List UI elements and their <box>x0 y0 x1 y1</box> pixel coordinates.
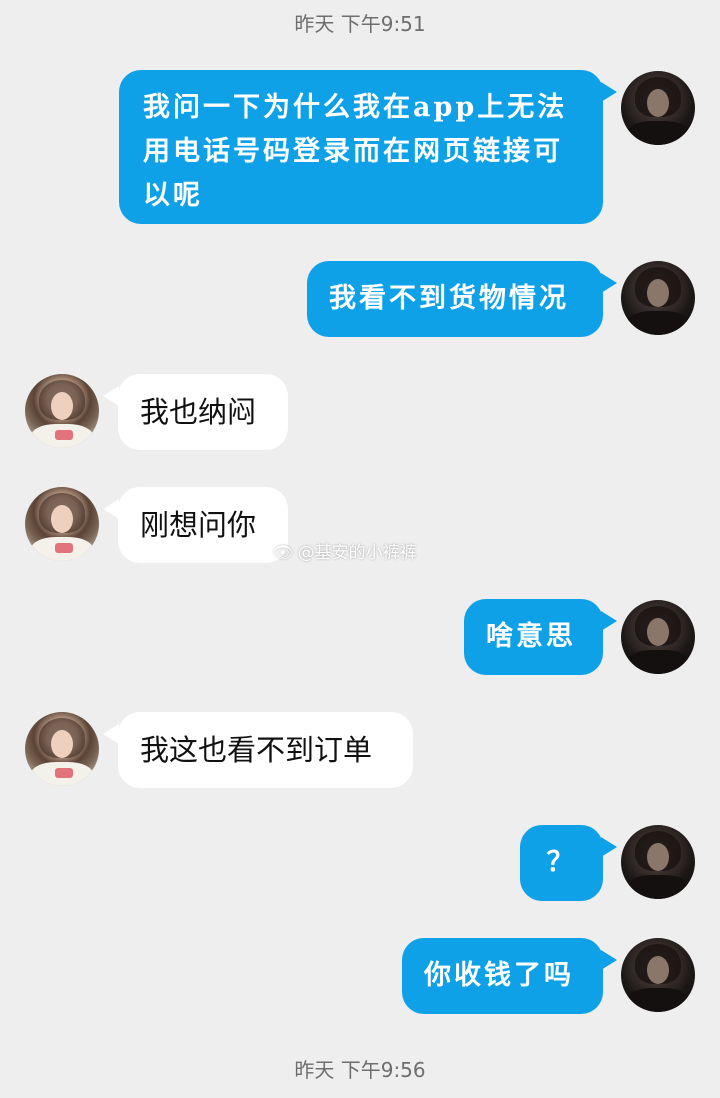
chat-bubble-incoming[interactable]: 我也纳闷 <box>118 374 288 450</box>
avatar-contact[interactable] <box>25 712 99 786</box>
bubble-tail <box>601 611 617 631</box>
chat-bubble-outgoing[interactable]: 啥意思 <box>464 599 603 675</box>
bubble-tail <box>103 499 119 519</box>
avatar-self[interactable] <box>621 71 695 145</box>
avatar-contact[interactable] <box>25 374 99 448</box>
chat-bubble-outgoing[interactable]: 我问一下为什么我在app上无法用电话号码登录而在网页链接可以呢 <box>119 70 603 224</box>
chat-bubble-incoming[interactable]: 我这也看不到订单 <box>118 712 413 788</box>
chat-bubble-outgoing[interactable]: 我看不到货物情况 <box>307 261 603 337</box>
avatar-contact[interactable] <box>25 487 99 561</box>
bubble-tail <box>601 950 617 970</box>
chat-bubble-incoming[interactable]: 刚想问你 <box>118 487 288 563</box>
timestamp-top: 昨天 下午9:51 <box>294 12 426 36</box>
bubble-tail <box>103 386 119 406</box>
chat-bubble-outgoing[interactable]: ？ <box>520 825 603 901</box>
bubble-tail <box>103 724 119 744</box>
avatar-self[interactable] <box>621 600 695 674</box>
watermark-text: @基安的小裤裤 <box>297 543 417 563</box>
weibo-logo-icon: 👁 <box>272 543 294 563</box>
avatar-self[interactable] <box>621 261 695 335</box>
avatar-self[interactable] <box>621 938 695 1012</box>
bubble-tail <box>601 82 617 102</box>
bubble-tail <box>601 837 617 857</box>
timestamp-bottom: 昨天 下午9:56 <box>294 1058 426 1082</box>
avatar-self[interactable] <box>621 825 695 899</box>
bubble-tail <box>601 273 617 293</box>
chat-bubble-outgoing[interactable]: 你收钱了吗 <box>402 938 603 1014</box>
weibo-watermark: 👁 @基安的小裤裤 <box>272 538 417 563</box>
